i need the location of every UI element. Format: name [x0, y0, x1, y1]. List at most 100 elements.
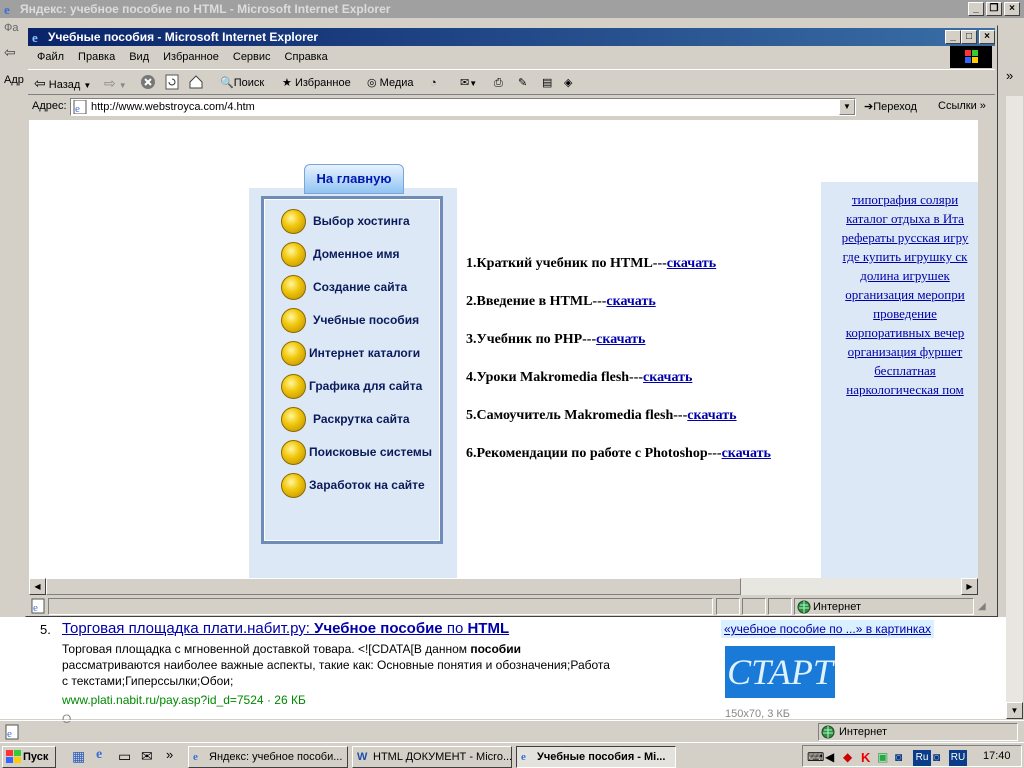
- restore-button[interactable]: ❐: [986, 2, 1002, 16]
- refresh-button[interactable]: [164, 74, 180, 92]
- horizontal-scrollbar[interactable]: ◀ ▶: [29, 578, 978, 595]
- download-link[interactable]: скачать: [687, 408, 736, 423]
- nav-item[interactable]: Заработок на сайте: [281, 473, 441, 499]
- ad-link[interactable]: организация меропри: [830, 287, 978, 303]
- tray-network-icon[interactable]: ⌨: [807, 750, 824, 766]
- messenger-button[interactable]: ◈: [564, 74, 572, 92]
- nav-item[interactable]: Раскрутка сайта: [281, 407, 441, 433]
- close-button[interactable]: ×: [1004, 2, 1020, 16]
- ad-link[interactable]: долина игрушек: [830, 268, 978, 284]
- result-url[interactable]: www.plati.nabit.ru/pay.asp?id_d=7524: [62, 693, 264, 707]
- home-button[interactable]: [188, 74, 204, 92]
- result-title-part[interactable]: Торговая площадка плати.набит.ру:: [62, 620, 314, 637]
- background-chevron-icon[interactable]: »: [1006, 68, 1013, 83]
- address-dropdown-icon[interactable]: ▼: [839, 99, 855, 115]
- download-link[interactable]: скачать: [667, 256, 716, 271]
- front-window-titlebar[interactable]: e Учебные пособия - Microsoft Internet E…: [28, 28, 995, 46]
- task-html-document[interactable]: W HTML ДОКУМЕНТ - Micro...: [352, 746, 512, 768]
- close-button[interactable]: ×: [979, 30, 995, 44]
- tray-lang-ru2[interactable]: RU: [949, 750, 967, 766]
- nav-item[interactable]: Создание сайта: [281, 275, 441, 301]
- menu-help[interactable]: Справка: [278, 51, 335, 63]
- mail-button[interactable]: ✉▼: [460, 74, 477, 92]
- tray-shield-icon[interactable]: ◆: [843, 750, 859, 766]
- scroll-right-button[interactable]: ▶: [961, 578, 978, 595]
- nav-item[interactable]: Учебные пособия: [281, 308, 441, 334]
- download-link[interactable]: скачать: [722, 446, 771, 461]
- back-dropdown-icon[interactable]: ▼: [83, 81, 91, 90]
- stop-button[interactable]: [140, 74, 156, 92]
- quicklaunch-ie-icon[interactable]: e: [96, 747, 102, 763]
- nav-item[interactable]: Интернет каталоги: [281, 341, 441, 367]
- mail-dropdown-icon[interactable]: ▼: [469, 79, 477, 88]
- forward-dropdown-icon[interactable]: ▼: [119, 81, 127, 90]
- ad-link[interactable]: каталог отдыха в Ита: [830, 211, 978, 227]
- address-input[interactable]: e http://www.webstroyca.com/4.htm ▼: [70, 98, 856, 116]
- download-link[interactable]: скачать: [643, 370, 692, 385]
- tray-monitor-icon[interactable]: ▣: [877, 750, 893, 766]
- scroll-left-button[interactable]: ◀: [29, 578, 46, 595]
- task-uchebnye-posobiya[interactable]: e Учебные пособия - Mi...: [516, 746, 676, 768]
- download-link[interactable]: скачать: [606, 294, 655, 309]
- discuss-button[interactable]: ▤: [542, 74, 552, 92]
- ad-link[interactable]: организация фуршет: [830, 344, 978, 360]
- menu-file[interactable]: Файл: [30, 51, 71, 63]
- minimize-button[interactable]: _: [945, 30, 961, 44]
- print-button[interactable]: ⎙: [494, 74, 503, 92]
- minimize-button[interactable]: _: [968, 2, 984, 16]
- ad-link[interactable]: рефераты русская игру: [830, 230, 978, 246]
- nav-item[interactable]: Графика для сайта: [281, 374, 441, 400]
- menu-edit[interactable]: Правка: [71, 51, 122, 63]
- tray-volume-icon[interactable]: ◀: [825, 750, 841, 766]
- quicklaunch-desktop-icon[interactable]: ▦: [72, 748, 85, 765]
- quicklaunch-chevron-icon[interactable]: »: [166, 747, 173, 762]
- result-title-bold[interactable]: Учебное пособие: [314, 620, 443, 637]
- edit-button[interactable]: ✎: [518, 74, 527, 92]
- task-yandex[interactable]: e Яндекс: учебное пособи...: [188, 746, 348, 768]
- background-menu-fragment[interactable]: Фа: [4, 22, 18, 34]
- tray-k-icon[interactable]: K: [861, 750, 877, 766]
- menu-view[interactable]: Вид: [122, 51, 156, 63]
- tray-app2-icon[interactable]: ◙: [933, 750, 949, 766]
- result-title-link[interactable]: Торговая площадка плати.набит.ру: Учебно…: [62, 620, 509, 637]
- back-button[interactable]: ⇦ Назад ▼: [34, 74, 91, 92]
- start-button[interactable]: Пуск: [2, 746, 56, 768]
- ad-link[interactable]: типография соляри: [830, 192, 978, 208]
- history-button[interactable]: ◔: [430, 74, 437, 92]
- ad-link[interactable]: бесплатная: [830, 363, 978, 379]
- tray-app-icon[interactable]: ◙: [895, 750, 911, 766]
- background-scroll-down-button[interactable]: ▼: [1006, 702, 1023, 719]
- quicklaunch-media-icon[interactable]: ▭: [118, 748, 131, 765]
- ad-link[interactable]: наркологическая пом: [830, 382, 978, 398]
- images-link[interactable]: «учебное пособие по ...» в картинках: [721, 620, 935, 638]
- links-button[interactable]: Ссылки »: [938, 100, 986, 112]
- home-tab[interactable]: На главную: [304, 164, 404, 194]
- maximize-button[interactable]: □: [961, 30, 977, 44]
- resize-grip-icon[interactable]: ◢: [978, 601, 986, 612]
- menu-favorites[interactable]: Избранное: [156, 51, 226, 63]
- background-vertical-scrollbar[interactable]: ▼: [1006, 96, 1023, 719]
- nav-item[interactable]: Поисковые системы: [281, 440, 441, 466]
- start-logo-image[interactable]: СТАРТ: [725, 646, 835, 698]
- go-button[interactable]: ➔Переход: [864, 100, 917, 113]
- images-link-text[interactable]: «учебное пособие по ...» в картинках: [724, 622, 931, 636]
- forward-button[interactable]: ⇨ ▼: [104, 74, 127, 92]
- nav-item[interactable]: Выбор хостинга: [281, 209, 441, 235]
- download-link[interactable]: скачать: [596, 332, 645, 347]
- menu-tools[interactable]: Сервис: [226, 51, 278, 63]
- nav-item[interactable]: Доменное имя: [281, 242, 441, 268]
- ad-link[interactable]: где купить игрушку ск: [830, 249, 978, 265]
- background-back-icon[interactable]: ⇦: [4, 44, 16, 61]
- search-button[interactable]: 🔍Поиск: [220, 74, 264, 92]
- result-title-mid[interactable]: по: [443, 620, 468, 637]
- background-window-titlebar[interactable]: e Яндекс: учебное пособие по HTML - Micr…: [0, 0, 1024, 18]
- media-button[interactable]: ◎ Медиа: [367, 74, 414, 92]
- tray-lang-ru[interactable]: Ru: [913, 750, 931, 766]
- quicklaunch-outlook-icon[interactable]: ✉: [141, 748, 153, 765]
- favorites-button[interactable]: ★ Избранное: [282, 74, 351, 92]
- clock[interactable]: 17:40: [983, 750, 1011, 762]
- ad-link[interactable]: проведение: [830, 306, 978, 322]
- ad-link[interactable]: корпоративных вечер: [830, 325, 978, 341]
- horizontal-scroll-thumb[interactable]: [46, 578, 741, 595]
- result-title-bold2[interactable]: HTML: [467, 620, 509, 637]
